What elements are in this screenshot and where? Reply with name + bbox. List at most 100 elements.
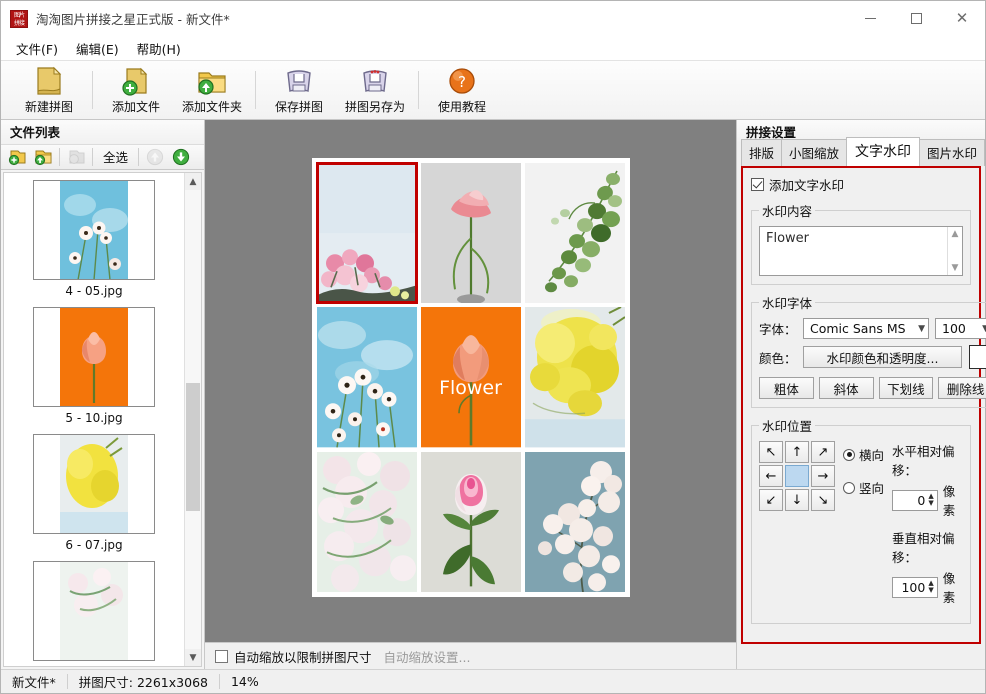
file-toolbar-separator xyxy=(59,147,60,166)
underline-button[interactable]: 下划线 xyxy=(878,377,934,399)
pos-center-button[interactable] xyxy=(785,465,809,487)
list-item[interactable]: 4 - 05.jpg xyxy=(33,180,155,298)
collage-cell-6[interactable] xyxy=(524,307,625,448)
help-button[interactable]: ? 使用教程 xyxy=(424,63,500,117)
tab-image-watermark[interactable]: 图片水印 xyxy=(919,139,986,166)
list-item-label: 4 - 05.jpg xyxy=(65,284,123,299)
menu-file[interactable]: 文件(F) xyxy=(7,36,67,61)
file-add-folder-button[interactable] xyxy=(30,146,56,168)
enable-watermark-checkbox[interactable] xyxy=(751,178,764,191)
watermark-text-value[interactable]: Flower xyxy=(760,227,947,275)
color-row: 颜色： 水印颜色和透明度... xyxy=(759,345,986,369)
collage-cell-2[interactable] xyxy=(420,163,521,304)
v-offset-unit: 像素 xyxy=(942,571,956,605)
orientation-vertical[interactable]: 竖向 xyxy=(843,478,884,497)
pos-bottom-right-button[interactable]: ↘ xyxy=(811,489,835,511)
autoscale-checkbox[interactable] xyxy=(215,649,228,663)
pos-top-left-button[interactable]: ↖ xyxy=(759,441,783,463)
file-list-toolbar: 全选 xyxy=(1,143,204,171)
watermark-position-title: 水印位置 xyxy=(762,419,813,434)
list-item[interactable] xyxy=(33,561,155,665)
maximize-button[interactable] xyxy=(893,1,939,36)
pos-bottom-left-button[interactable]: ↙ xyxy=(759,489,783,511)
v-offset-value: 100 xyxy=(901,579,926,595)
radio-vertical-icon[interactable] xyxy=(843,481,855,494)
save-collage-button[interactable]: 保存拼图 xyxy=(261,63,337,117)
h-offset-value: 0 xyxy=(917,492,926,508)
watermark-text-scrollbar[interactable]: ▲ ▼ xyxy=(947,227,962,275)
collage-cell-7[interactable] xyxy=(316,451,417,592)
save-as-button[interactable]: 拼图另存为 xyxy=(337,63,413,117)
tab-layout[interactable]: 排版 xyxy=(741,139,783,166)
scroll-down-icon[interactable]: ▼ xyxy=(952,263,959,273)
font-family-select[interactable]: Comic Sans MS ▼ xyxy=(803,318,929,339)
pos-top-right-button[interactable]: ↗ xyxy=(811,441,835,463)
font-size-select[interactable]: 100 ▼ xyxy=(935,318,986,339)
color-swatch[interactable] xyxy=(969,345,986,369)
pos-top-center-button[interactable]: ↑ xyxy=(785,441,809,463)
text-watermark-panel: 添加文字水印 水印内容 Flower ▲ ▼ 水印字体 字体： Comic Sa… xyxy=(741,166,986,644)
collage-cell-4[interactable] xyxy=(316,307,417,448)
new-collage-button[interactable]: 新建拼图 xyxy=(11,63,87,117)
file-add-file-button[interactable] xyxy=(4,146,30,168)
scroll-thumb[interactable] xyxy=(186,382,200,512)
toolbar-separator-3 xyxy=(418,71,419,109)
close-button[interactable]: ✕ xyxy=(939,1,985,36)
v-offset-input[interactable]: 100 ▲ ▼ xyxy=(892,576,938,598)
orientation-horizontal-label: 横向 xyxy=(859,448,885,463)
italic-button[interactable]: 斜体 xyxy=(818,377,874,399)
toolbar-separator-2 xyxy=(255,71,256,109)
radio-horizontal-icon[interactable] xyxy=(843,448,855,461)
scroll-up-icon[interactable]: ▲ xyxy=(952,229,959,239)
collage-cell-8[interactable] xyxy=(420,451,521,592)
file-toolbar-separator-3 xyxy=(138,147,140,166)
enable-watermark-row[interactable]: 添加文字水印 xyxy=(751,175,971,194)
move-down-button[interactable] xyxy=(168,146,194,168)
watermark-font-title: 水印字体 xyxy=(762,296,813,311)
scroll-up-button[interactable]: ▲ xyxy=(185,173,201,191)
add-file-button[interactable]: 添加文件 xyxy=(98,63,174,117)
body-area: 文件列表 全选 4 - 05.jpg 5 - 10.jpg 6 - 07.jpg… xyxy=(1,120,986,669)
watermark-color-button[interactable]: 水印颜色和透明度... xyxy=(803,346,962,368)
pos-middle-right-button[interactable]: → xyxy=(811,465,835,487)
collage-cell-1[interactable] xyxy=(315,161,418,305)
v-offset-stepper[interactable]: ▲ ▼ xyxy=(928,580,933,594)
bold-button[interactable]: 粗体 xyxy=(759,377,814,399)
tab-thumbnail-scale[interactable]: 小图缩放 xyxy=(781,139,848,166)
list-item[interactable]: 5 - 10.jpg xyxy=(33,307,155,425)
watermark-text-input[interactable]: Flower ▲ ▼ xyxy=(759,226,963,276)
window-title: 淘淘图片拼接之星正式版 - 新文件* xyxy=(36,12,230,27)
autoscale-settings-link: 自动缩放设置... xyxy=(383,649,471,665)
list-item-label: 5 - 10.jpg xyxy=(65,411,123,426)
collage-cell-3[interactable] xyxy=(524,163,625,304)
add-folder-button[interactable]: 添加文件夹 xyxy=(174,63,250,117)
close-icon: ✕ xyxy=(955,9,969,27)
strikethrough-button[interactable]: 删除线 xyxy=(938,377,986,399)
orientation-horizontal[interactable]: 横向 xyxy=(843,445,884,464)
add-folder-icon xyxy=(34,150,51,166)
list-item[interactable]: 6 - 07.jpg xyxy=(33,434,155,552)
menu-help[interactable]: 帮助(H) xyxy=(128,36,190,61)
position-controls: ↖ ↑ ↗ ← → ↙ ↓ ↘ 横向 竖向 水平相对偏移： 0 ▲ ▼ 像素 垂… xyxy=(759,441,963,615)
select-all-button[interactable]: 全选 xyxy=(96,146,135,168)
window-controls: ✕ xyxy=(847,1,985,36)
pos-bottom-center-button[interactable]: ↓ xyxy=(785,489,809,511)
tab-text-watermark[interactable]: 文字水印 xyxy=(846,137,921,166)
settings-panel: 拼接设置 排版 小图缩放 文字水印 图片水印 添加文字水印 水印内容 Flowe… xyxy=(736,120,986,669)
collage-canvas[interactable]: Flower xyxy=(205,120,736,642)
menu-edit[interactable]: 编辑(E) xyxy=(67,36,128,61)
pos-middle-left-button[interactable]: ← xyxy=(759,465,783,487)
add-folder-icon xyxy=(198,72,226,95)
scroll-track[interactable] xyxy=(185,190,201,649)
font-family-value: Comic Sans MS xyxy=(810,321,906,336)
file-list-scrollbar[interactable]: ▲ ▼ xyxy=(184,173,201,666)
h-offset-input[interactable]: 0 ▲ ▼ xyxy=(892,489,938,511)
cell-image-1 xyxy=(316,163,417,304)
add-file-label: 添加文件 xyxy=(111,100,160,114)
collage-cell-9[interactable] xyxy=(524,451,625,592)
minimize-button[interactable] xyxy=(847,1,893,36)
h-offset-stepper[interactable]: ▲ ▼ xyxy=(928,493,933,507)
svg-text:?: ? xyxy=(458,73,466,91)
scroll-down-button[interactable]: ▼ xyxy=(185,649,201,666)
collage-cell-5[interactable]: Flower xyxy=(420,307,521,448)
